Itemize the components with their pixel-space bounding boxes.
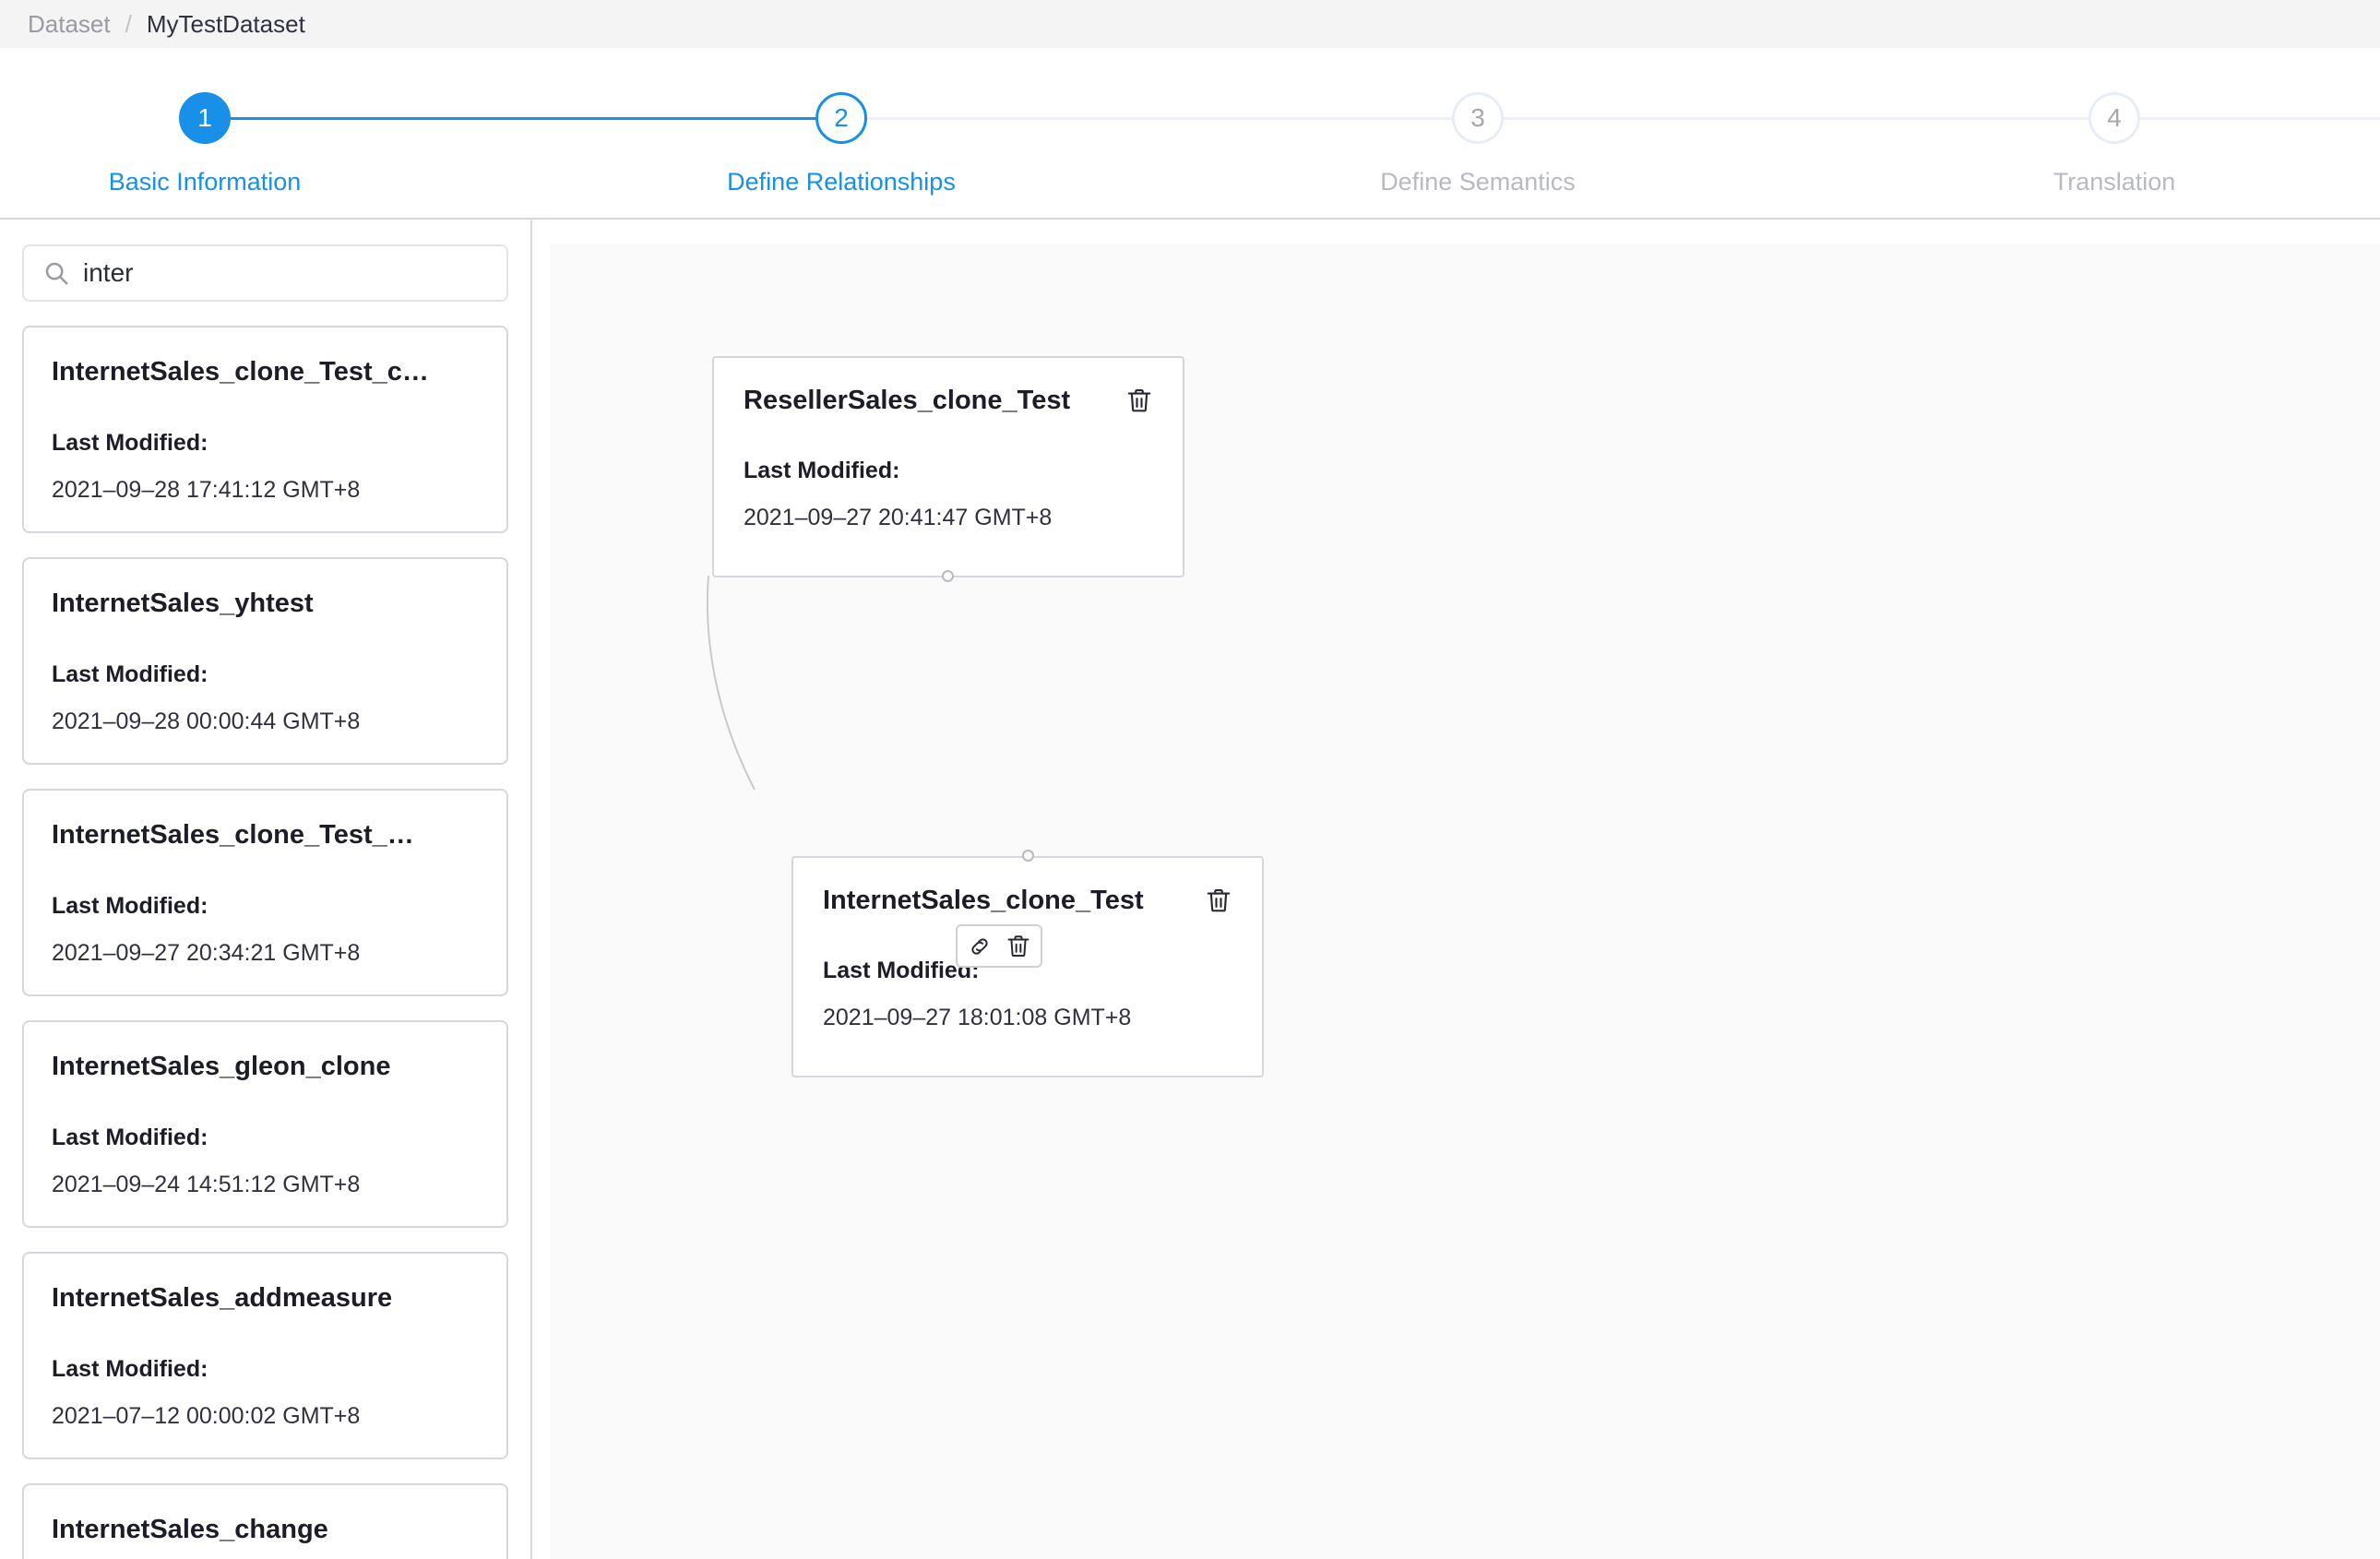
step-connector-1-2: [205, 117, 841, 120]
dataset-card-modified-value: 2021–09–27 20:34:21 GMT+8: [52, 940, 361, 966]
breadcrumb-root-link[interactable]: Dataset: [28, 10, 111, 39]
step-translation[interactable]: 4 Translation: [1976, 92, 2253, 196]
step-4-label: Translation: [2053, 168, 2176, 196]
dataset-list-panel: InternetSales_clone_Test_c… Last Modifie…: [0, 220, 530, 1559]
search-box[interactable]: [22, 244, 508, 302]
dataset-card[interactable]: InternetSales_clone_Test_… Last Modified…: [22, 789, 508, 996]
step-3-label: Define Semantics: [1380, 168, 1576, 196]
trash-icon[interactable]: [1006, 933, 1031, 959]
dataset-card[interactable]: InternetSales_yhtest Last Modified: 2021…: [22, 557, 508, 765]
relationship-canvas[interactable]: ResellerSales_clone_Test Last Modified: …: [550, 244, 2380, 1559]
dataset-card-title: InternetSales_yhtest: [52, 589, 314, 618]
step-basic-information[interactable]: 1 Basic Information: [66, 92, 343, 196]
dataset-card-title: InternetSales_change: [52, 1515, 328, 1544]
node-title: InternetSales_clone_Test: [823, 886, 1144, 915]
dataset-card-title: InternetSales_clone_Test_c…: [52, 357, 429, 387]
dataset-card-list: InternetSales_clone_Test_c… Last Modifie…: [0, 326, 530, 1559]
dataset-card-modified-value: 2021–09–24 14:51:12 GMT+8: [52, 1172, 361, 1197]
node-output-port[interactable]: [942, 570, 954, 582]
dataset-card[interactable]: InternetSales_change Last Modified:: [22, 1483, 508, 1559]
link-icon[interactable]: [967, 934, 993, 959]
dataset-card-modified-value: 2021–09–28 17:41:12 GMT+8: [52, 477, 361, 503]
relationship-edge: [706, 575, 756, 791]
dataset-card[interactable]: InternetSales_gleon_clone Last Modified:…: [22, 1020, 508, 1228]
search-input[interactable]: [83, 258, 488, 288]
breadcrumb: Dataset / MyTestDataset: [0, 0, 2380, 48]
dataset-card-title: InternetSales_addmeasure: [52, 1283, 393, 1313]
canvas-node-reseller-sales[interactable]: ResellerSales_clone_Test Last Modified: …: [712, 356, 1184, 577]
step-1-circle: 1: [179, 92, 231, 144]
trash-icon[interactable]: [1186, 886, 1232, 915]
edge-toolbar[interactable]: [956, 924, 1042, 968]
step-3-circle: 3: [1452, 92, 1504, 144]
step-4-circle: 4: [2088, 92, 2140, 144]
breadcrumb-current: MyTestDataset: [146, 9, 305, 38]
dataset-card-modified-label: Last Modified:: [52, 1125, 208, 1150]
dataset-card-modified-label: Last Modified:: [52, 430, 208, 456]
dataset-card-modified-value: 2021–07–12 00:00:02 GMT+8: [52, 1403, 361, 1429]
step-2-circle: 2: [815, 92, 867, 144]
node-title: ResellerSales_clone_Test: [744, 386, 1071, 415]
search-icon: [42, 259, 70, 287]
dataset-card-title: InternetSales_clone_Test_…: [52, 820, 414, 850]
wizard-stepper: 1 Basic Information 2 Define Relationshi…: [0, 48, 2380, 220]
step-connector-tail: [2114, 117, 2380, 120]
panel-divider: [530, 220, 532, 1559]
step-connector-2-3: [841, 117, 1478, 120]
step-1-label: Basic Information: [108, 168, 302, 196]
step-connector-3-4: [1478, 117, 2114, 120]
step-2-label: Define Relationships: [727, 168, 956, 196]
node-modified-value: 2021–09–27 20:41:47 GMT+8: [744, 505, 1053, 530]
step-define-semantics[interactable]: 3 Define Semantics: [1339, 92, 1616, 196]
dataset-card[interactable]: InternetSales_addmeasure Last Modified: …: [22, 1252, 508, 1459]
main-body: InternetSales_clone_Test_c… Last Modifie…: [0, 220, 2380, 1559]
dataset-card-title: InternetSales_gleon_clone: [52, 1052, 391, 1081]
dataset-card-modified-value: 2021–09–28 00:00:44 GMT+8: [52, 708, 361, 734]
step-define-relationships[interactable]: 2 Define Relationships: [703, 92, 980, 196]
dataset-card-modified-label: Last Modified:: [52, 661, 208, 687]
dataset-card-modified-label: Last Modified:: [52, 893, 208, 919]
trash-icon[interactable]: [1107, 386, 1153, 415]
dataset-card-modified-label: Last Modified:: [52, 1356, 208, 1382]
node-modified-value: 2021–09–27 18:01:08 GMT+8: [823, 1005, 1132, 1030]
breadcrumb-separator: /: [125, 9, 132, 38]
node-input-port[interactable]: [1022, 850, 1034, 862]
dataset-card[interactable]: InternetSales_clone_Test_c… Last Modifie…: [22, 326, 508, 533]
node-modified-label: Last Modified:: [744, 458, 900, 483]
